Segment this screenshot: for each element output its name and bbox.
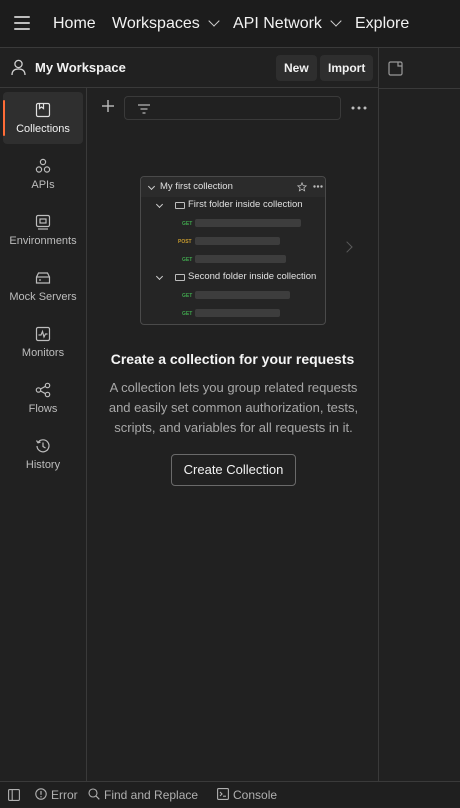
nav-workspaces-label: Workspaces xyxy=(112,15,200,32)
status-find-replace-label: Find and Replace xyxy=(104,788,199,802)
workspace-title[interactable]: My Workspace xyxy=(35,48,126,88)
search-icon xyxy=(88,788,100,800)
status-console[interactable]: Console xyxy=(217,782,277,808)
menu-icon[interactable] xyxy=(14,16,30,30)
import-button[interactable]: Import xyxy=(320,55,374,81)
plus-icon[interactable] xyxy=(101,99,115,113)
nav-api-network[interactable]: API Network xyxy=(233,0,342,48)
request-placeholder xyxy=(195,219,301,227)
nav-home[interactable]: Home xyxy=(53,0,96,48)
status-find-replace[interactable]: Find and Replace xyxy=(88,782,198,808)
console-icon xyxy=(217,788,229,800)
collections-toolbar xyxy=(87,88,378,128)
status-console-label: Console xyxy=(233,788,278,802)
sidebar-item-environments[interactable]: Environments xyxy=(3,204,83,256)
method-get: GET xyxy=(182,257,193,263)
method-get: GET xyxy=(182,293,193,299)
method-get: GET xyxy=(182,311,193,317)
empty-state-desc-line: and easily set common authorization, tes… xyxy=(108,400,359,415)
sidebar-item-collections[interactable]: Collections xyxy=(3,92,83,144)
empty-state-desc-line: A collection lets you group related requ… xyxy=(109,380,358,395)
user-icon xyxy=(11,59,26,76)
status-error[interactable]: Error xyxy=(35,782,78,808)
chevron-right-icon xyxy=(341,241,353,253)
empty-state-desc-line: scripts, and variables for all requests … xyxy=(114,420,353,435)
sidebar-item-label: Flows xyxy=(28,403,58,415)
nav-workspaces[interactable]: Workspaces xyxy=(112,0,220,48)
status-error-label: Error xyxy=(51,788,78,802)
collections-icon xyxy=(35,102,51,118)
new-button[interactable]: New xyxy=(276,55,317,81)
collection-illustration: My first collection First folder inside … xyxy=(140,176,326,325)
monitors-icon xyxy=(35,326,51,342)
method-post: POST xyxy=(178,239,192,245)
right-panel-header xyxy=(379,48,460,89)
folder-icon xyxy=(175,202,185,209)
sidebar-item-apis[interactable]: APIs xyxy=(3,148,83,200)
request-placeholder xyxy=(195,255,286,263)
request-placeholder xyxy=(195,237,280,245)
illustration-folder1: First folder inside collection xyxy=(188,199,303,210)
flows-icon xyxy=(35,382,51,398)
method-get: GET xyxy=(182,221,193,227)
star-icon xyxy=(297,182,307,192)
search-input[interactable] xyxy=(124,96,341,120)
chevron-down-icon xyxy=(330,15,342,27)
request-placeholder xyxy=(195,309,280,317)
more-options-icon xyxy=(313,185,323,188)
chevron-down-icon xyxy=(155,200,164,209)
more-options-icon[interactable] xyxy=(351,106,367,110)
illustration-folder2: Second folder inside collection xyxy=(188,271,317,282)
create-collection-button[interactable]: Create Collection xyxy=(171,454,296,486)
error-icon xyxy=(35,788,47,800)
nav-api-network-label: API Network xyxy=(233,15,322,32)
top-nav-bar: Home Workspaces API Network Explore xyxy=(0,0,460,48)
sidebar: Collections APIs Environments Mock Serve… xyxy=(0,88,87,781)
workspace-header: My Workspace New Import xyxy=(0,48,378,88)
chevron-down-icon xyxy=(155,272,164,281)
sidebar-item-label: Environments xyxy=(9,235,77,247)
filter-icon[interactable] xyxy=(137,103,151,115)
sidebar-item-label: Monitors xyxy=(21,347,65,359)
toggle-sidebar-icon[interactable] xyxy=(8,789,20,801)
folder-icon xyxy=(175,274,185,281)
sidebar-item-monitors[interactable]: Monitors xyxy=(3,316,83,368)
sidebar-item-flows[interactable]: Flows xyxy=(3,372,83,424)
illustration-collection-name: My first collection xyxy=(160,181,233,192)
empty-state-description: A collection lets you group related requ… xyxy=(102,378,365,438)
mock-servers-icon xyxy=(35,272,51,284)
sidebar-item-label: History xyxy=(25,459,61,471)
status-bar: Error Find and Replace Console xyxy=(0,781,460,807)
sidebar-item-history[interactable]: History xyxy=(3,428,83,480)
sidebar-item-label: Collections xyxy=(16,123,70,135)
sidebar-item-label: APIs xyxy=(31,179,55,191)
request-placeholder xyxy=(195,291,290,299)
chevron-down-icon xyxy=(208,15,220,27)
right-panel xyxy=(378,48,460,781)
history-icon xyxy=(35,439,50,453)
sidebar-item-label: Mock Servers xyxy=(9,291,77,303)
documentation-icon[interactable] xyxy=(388,61,403,76)
sidebar-item-mock-servers[interactable]: Mock Servers xyxy=(3,260,83,312)
apis-icon xyxy=(35,158,51,173)
environments-icon xyxy=(35,214,51,230)
nav-explore[interactable]: Explore xyxy=(355,0,409,48)
empty-state-title: Create a collection for your requests xyxy=(110,351,355,367)
